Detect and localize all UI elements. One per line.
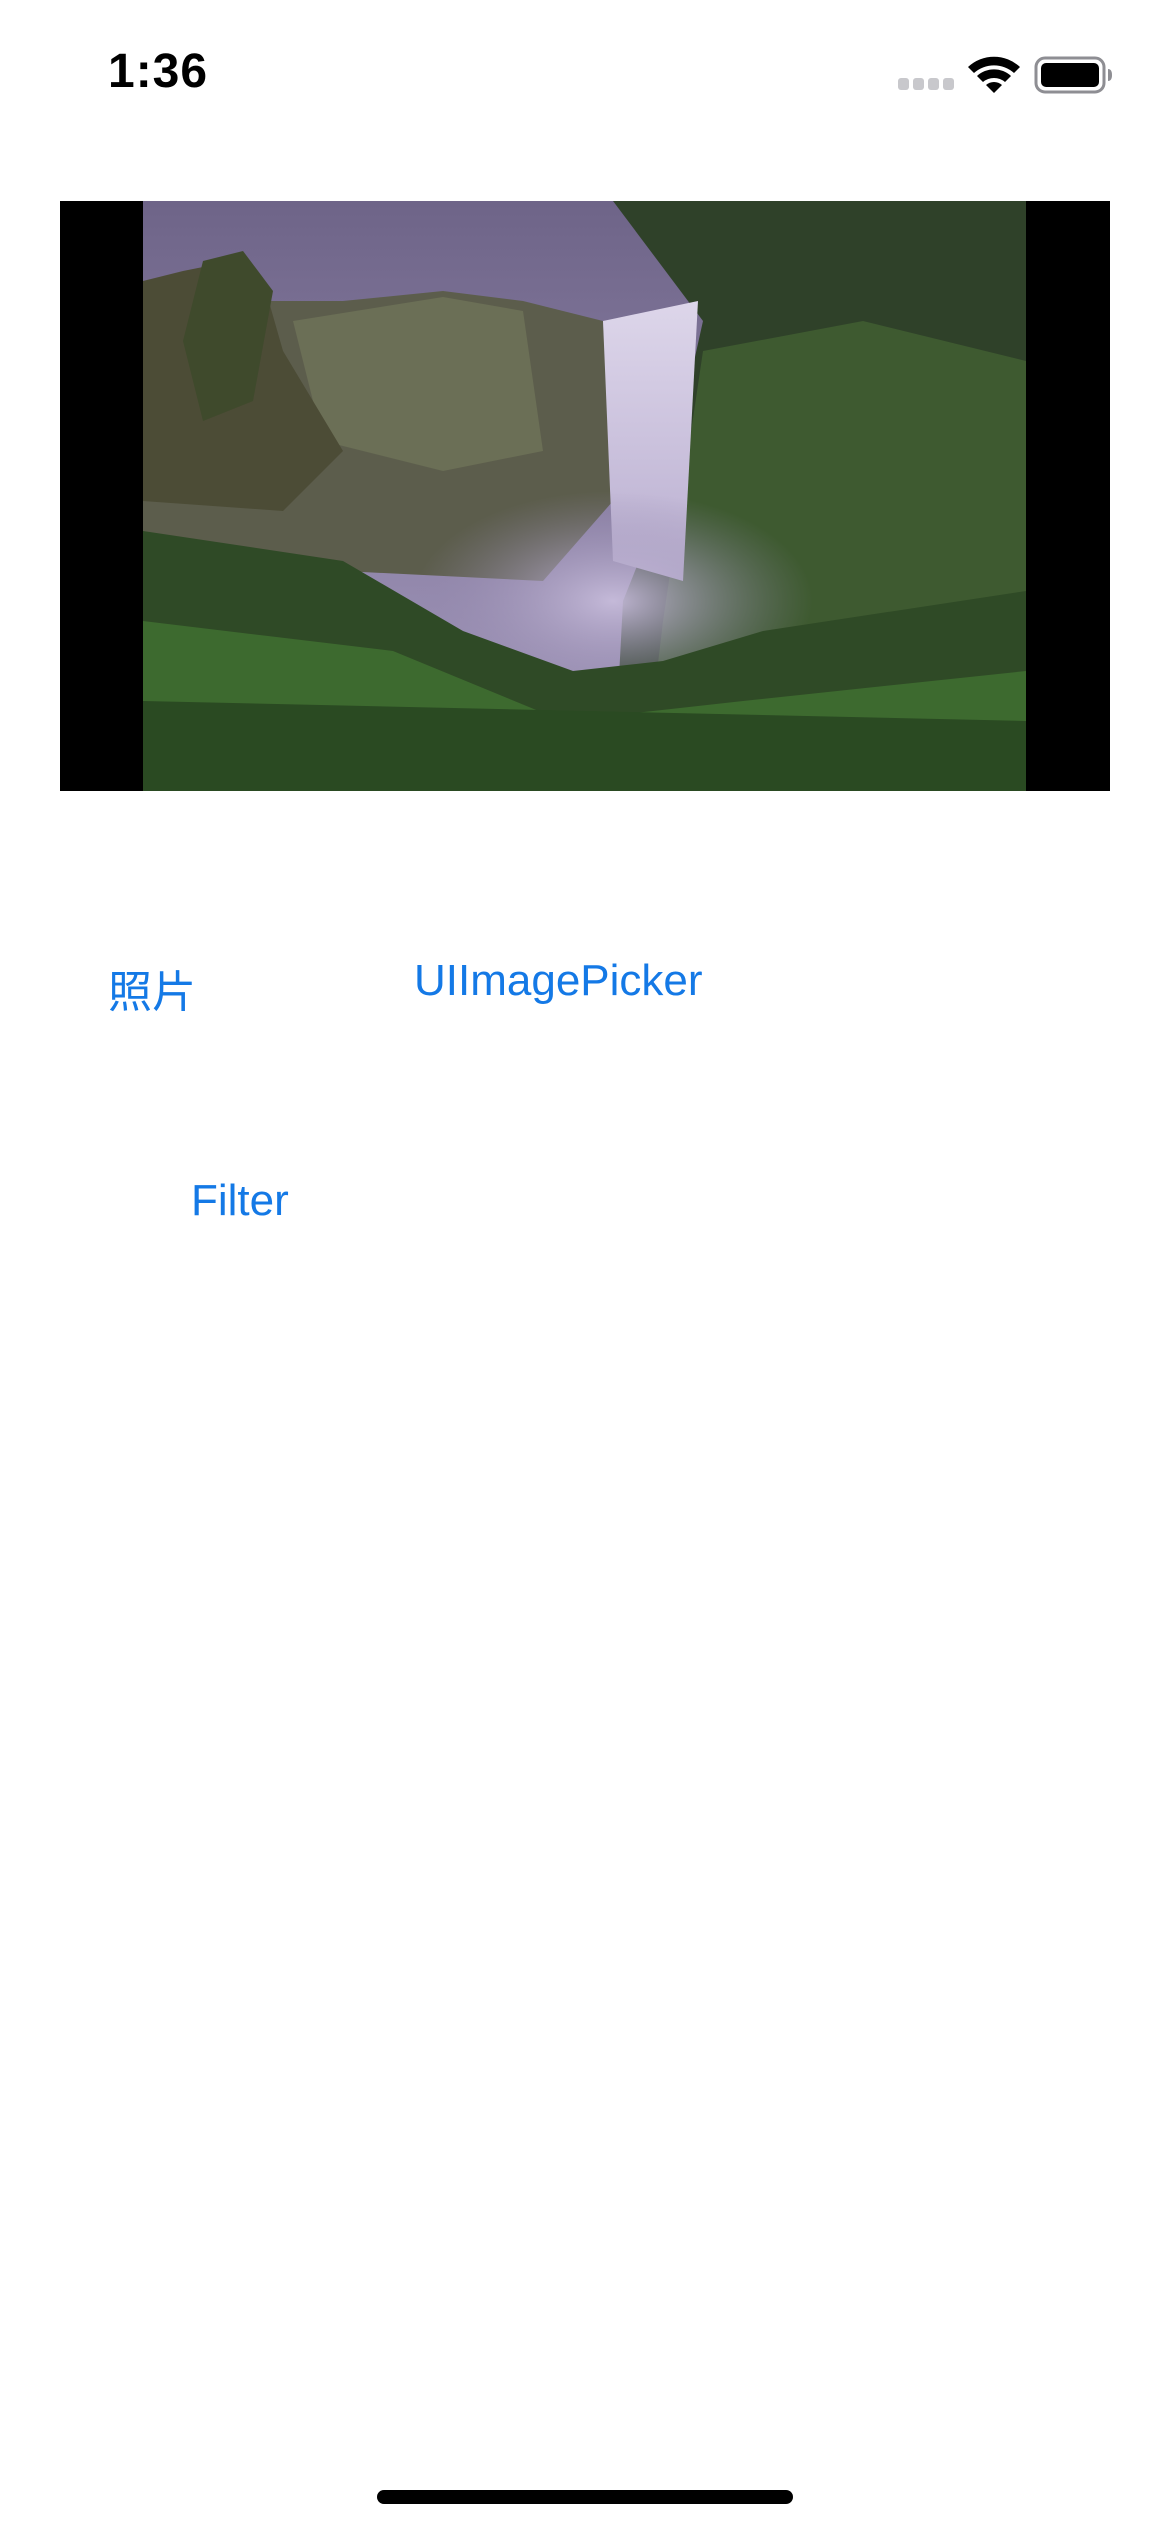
home-indicator[interactable] (377, 2490, 793, 2504)
filter-button[interactable]: Filter (191, 1176, 289, 1226)
image-view (60, 201, 1110, 791)
status-time: 1:36 (108, 45, 209, 98)
cellular-signal-icon (898, 78, 954, 90)
image-picker-button[interactable]: UIImagePicker (414, 956, 703, 1006)
wifi-icon (968, 56, 1020, 93)
battery-icon (1034, 56, 1112, 94)
photos-button[interactable]: 照片 (108, 956, 196, 1020)
status-icons (898, 52, 1118, 98)
waterfall-landscape-photo (143, 201, 1026, 791)
